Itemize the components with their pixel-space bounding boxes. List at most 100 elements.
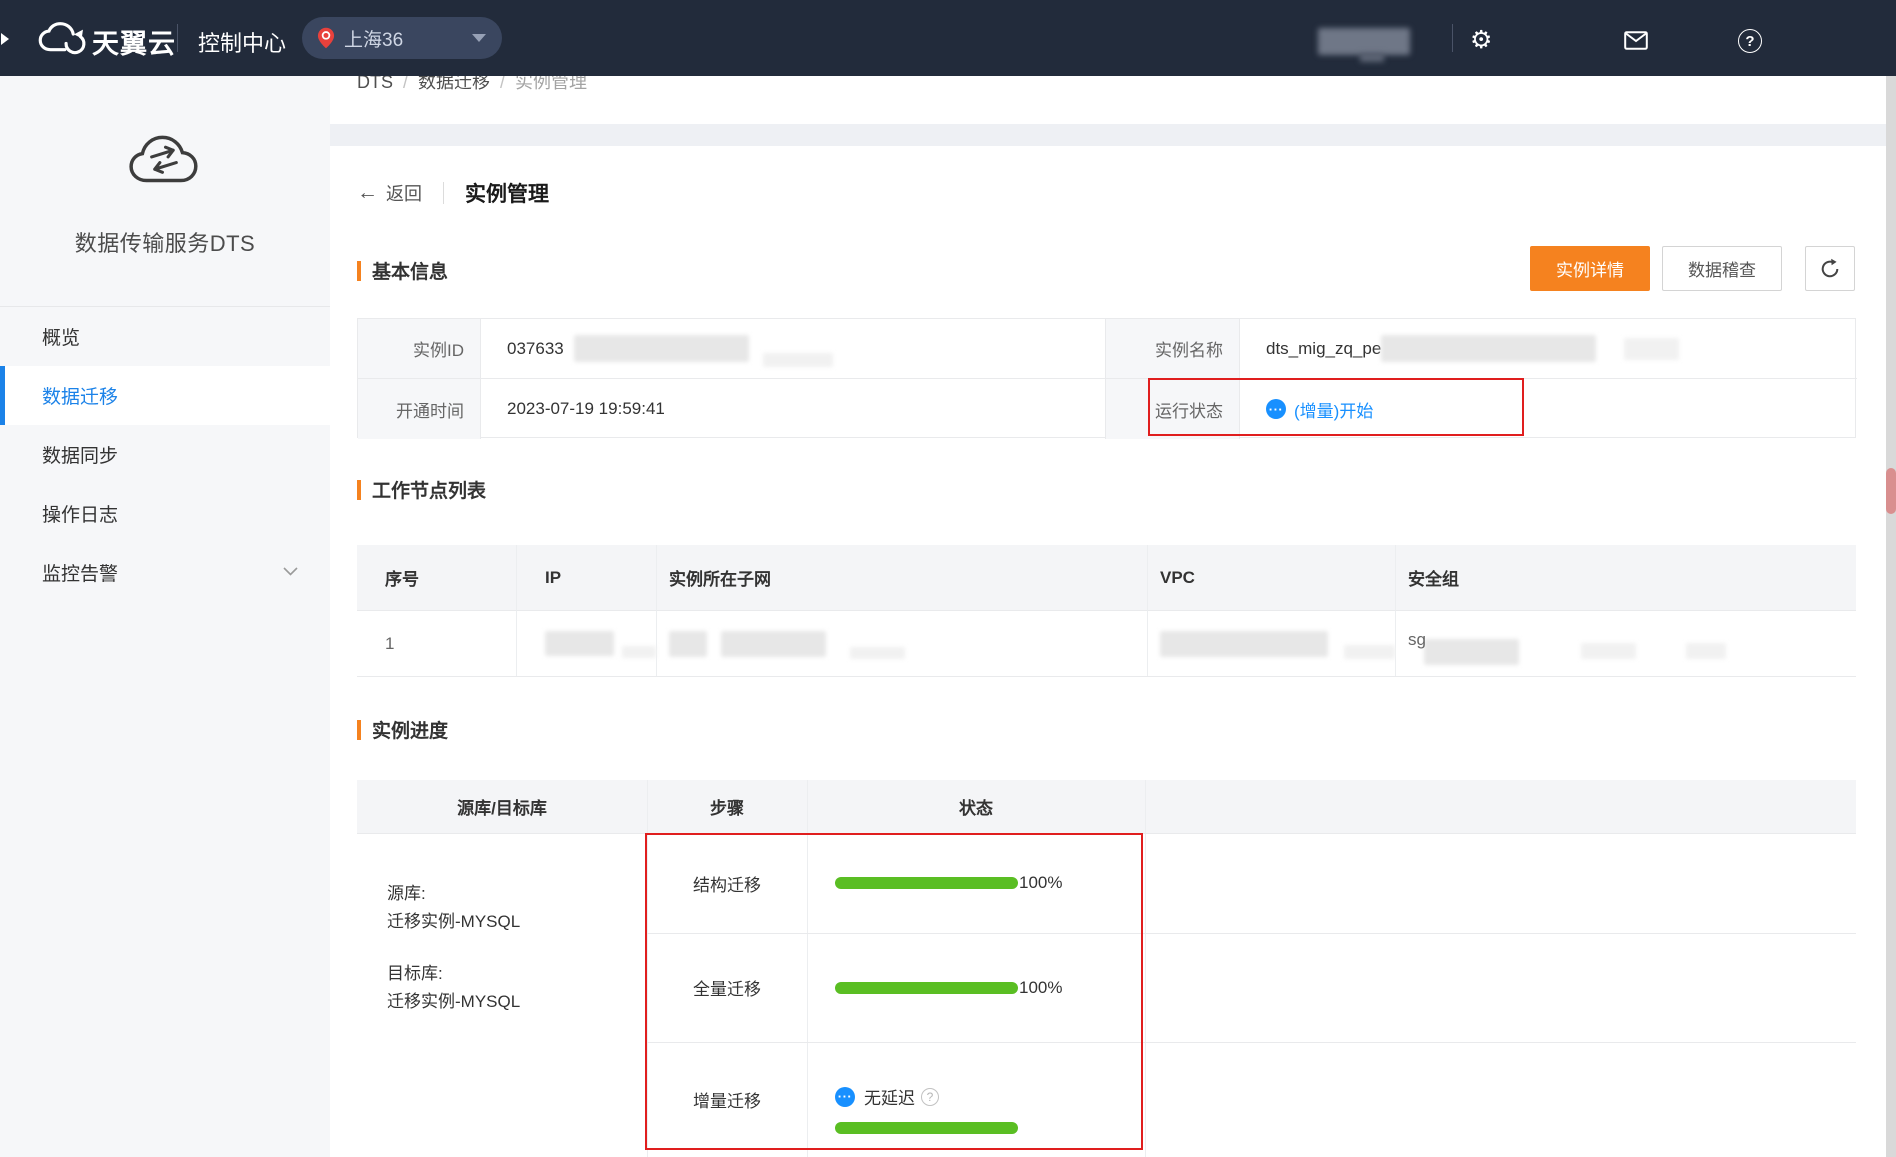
- back-arrow-icon[interactable]: ←: [357, 181, 378, 205]
- instance-name-label: 实例名称: [1106, 319, 1240, 379]
- brand-name: 天翼云: [92, 22, 176, 61]
- help-icon[interactable]: ?: [921, 1088, 939, 1106]
- help-icon[interactable]: ?: [1738, 29, 1762, 53]
- col-header-status: 状态: [807, 780, 1145, 833]
- header-divider: [443, 182, 444, 204]
- topbar-divider: [1452, 24, 1453, 52]
- source-target-db-cell: 源库: 迁移实例-MYSQL 目标库: 迁移实例-MYSQL: [387, 880, 520, 1016]
- col-header-vpc: VPC: [1148, 545, 1396, 610]
- redacted-block: [1160, 631, 1328, 657]
- gear-icon[interactable]: ⚙: [1470, 28, 1492, 53]
- instance-progress-table: 源库/目标库 步骤 状态 源库: 迁移实例-MYSQL 目标库: 迁移实例-MY…: [357, 780, 1856, 1157]
- location-pin-icon: [317, 27, 335, 49]
- section-title: 基本信息: [372, 257, 448, 284]
- status-full-migration: 100%: [807, 933, 1145, 1042]
- redacted-block: [721, 631, 826, 657]
- page-header: ← 返回 实例管理: [357, 178, 549, 208]
- sidebar-item-label: 概览: [42, 323, 80, 350]
- scrollbar-thumb[interactable]: [1886, 468, 1896, 514]
- worker-node-table: 序号 IP 实例所在子网 VPC 安全组 1 sg: [357, 545, 1856, 677]
- node-security-group-cell: sg: [1396, 610, 1856, 676]
- username-redacted[interactable]: [1318, 28, 1410, 55]
- scrollbar: [1886, 76, 1896, 1157]
- status-incremental-migration: ··· 无延迟 ?: [807, 1042, 1145, 1157]
- console-center-link[interactable]: 控制中心: [198, 26, 286, 58]
- chevron-down-icon: [283, 567, 298, 576]
- redacted-block: [1381, 335, 1596, 362]
- sidebar: 数据传输服务DTS 概览 数据迁移 数据同步 操作日志 监控告警: [0, 76, 330, 1157]
- main-content: DTS/数据迁移/实例管理 ← 返回 实例管理 基本信息 实例详情 数据稽查 实…: [330, 76, 1896, 1157]
- col-header-ip: IP: [517, 545, 657, 610]
- col-header-subnet: 实例所在子网: [657, 545, 1148, 610]
- mail-icon[interactable]: [1624, 31, 1648, 55]
- step-structure-migration: 结构迁移: [647, 833, 807, 933]
- redacted-block: [1424, 639, 1519, 665]
- redacted-block: [763, 353, 833, 367]
- section-marker: [357, 261, 361, 281]
- instance-detail-button[interactable]: 实例详情: [1530, 246, 1650, 291]
- sidebar-item-data-sync[interactable]: 数据同步: [0, 425, 330, 484]
- step-full-migration: 全量迁移: [647, 933, 807, 1042]
- progress-bar: [835, 877, 1018, 889]
- topbar-divider: [177, 24, 178, 52]
- step-incremental-migration: 增量迁移: [647, 1042, 807, 1157]
- instance-id-value: 037633: [481, 319, 1106, 379]
- col-header-seq: 序号: [357, 545, 517, 610]
- redacted-block: [850, 647, 905, 659]
- open-time-value: 2023-07-19 19:59:41: [481, 379, 1106, 439]
- section-worker-nodes: 工作节点列表: [357, 476, 486, 503]
- redacted-block: [669, 631, 707, 657]
- section-instance-progress: 实例进度: [357, 716, 448, 743]
- product-title: 数据传输服务DTS: [0, 226, 330, 258]
- sidebar-item-label: 操作日志: [42, 500, 118, 527]
- col-header-security-group: 安全组: [1396, 545, 1856, 610]
- progress-percent: 100%: [1019, 873, 1062, 893]
- instance-name-value: dts_mig_zq_pe: [1240, 319, 1857, 379]
- redacted-block: [1581, 643, 1636, 659]
- open-time-label: 开通时间: [358, 379, 481, 439]
- node-ip-cell: [517, 610, 657, 676]
- node-subnet-cell: [657, 610, 1148, 676]
- table-divider: [1145, 780, 1146, 1157]
- sidebar-item-label: 监控告警: [42, 559, 118, 586]
- node-vpc-cell: [1148, 610, 1396, 676]
- status-running-icon: ···: [1266, 399, 1286, 419]
- sidebar-menu: 概览 数据迁移 数据同步 操作日志 监控告警: [0, 306, 330, 602]
- section-marker: [357, 720, 361, 740]
- redacted-block: [574, 335, 749, 362]
- no-lag-label: 无延迟: [864, 1084, 915, 1109]
- progress-bar: [835, 1122, 1018, 1134]
- status-structure-migration: 100%: [807, 833, 1145, 933]
- redacted-block: [1686, 643, 1726, 659]
- section-marker: [357, 480, 361, 500]
- sidebar-item-label: 数据迁移: [42, 382, 118, 409]
- back-button[interactable]: 返回: [386, 180, 422, 206]
- basic-info-table: 实例ID 037633 实例名称 dts_mig_zq_pe 开通时间 2023…: [357, 318, 1856, 438]
- col-header-source-target-db: 源库/目标库: [357, 780, 647, 833]
- redacted-block: [1624, 338, 1679, 360]
- redacted-block: [1360, 53, 1384, 62]
- topbar: 天翼云 控制中心 上海36 ⚙ ?: [0, 0, 1896, 76]
- section-title: 工作节点列表: [372, 476, 486, 503]
- sidebar-item-overview[interactable]: 概览: [0, 307, 330, 366]
- run-status-link[interactable]: ··· (增量)开始: [1266, 397, 1373, 422]
- region-name: 上海36: [344, 25, 472, 52]
- run-status-value: ··· (增量)开始: [1240, 379, 1857, 439]
- sidebar-item-operation-log[interactable]: 操作日志: [0, 484, 330, 543]
- cloud-brand-icon: [37, 21, 89, 61]
- data-audit-button[interactable]: 数据稽查: [1662, 246, 1782, 291]
- refresh-icon: [1819, 258, 1841, 280]
- refresh-button[interactable]: [1805, 246, 1855, 291]
- page-title: 实例管理: [465, 178, 549, 208]
- sidebar-item-data-migration[interactable]: 数据迁移: [0, 366, 330, 425]
- sidebar-item-monitor-alert[interactable]: 监控告警: [0, 543, 330, 602]
- instance-id-label: 实例ID: [358, 319, 481, 379]
- source-db-value: 迁移实例-MYSQL: [387, 908, 520, 936]
- col-header-step: 步骤: [647, 780, 807, 833]
- run-status-label: 运行状态: [1106, 379, 1240, 439]
- sidebar-collapse-arrow[interactable]: [1, 33, 9, 45]
- page-divider-band: [330, 124, 1896, 146]
- status-running-icon: ···: [835, 1087, 855, 1107]
- region-selector[interactable]: 上海36: [302, 17, 502, 59]
- progress-percent: 100%: [1019, 978, 1062, 998]
